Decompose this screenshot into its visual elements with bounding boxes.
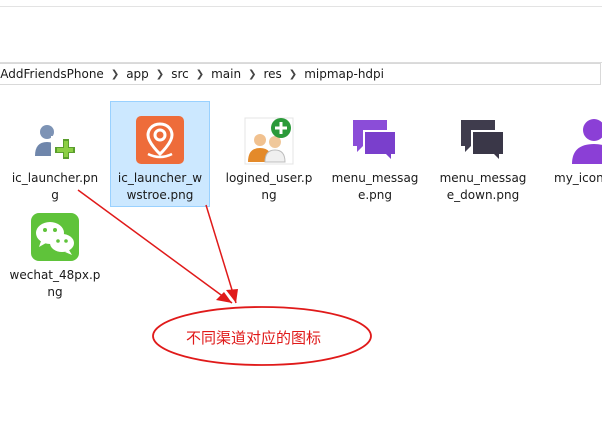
location-pin-icon bbox=[136, 116, 184, 164]
add-friend-icon bbox=[33, 116, 77, 164]
address-bar[interactable]: sAddFriendsPhone ❯ app ❯ src ❯ main ❯ re… bbox=[0, 63, 601, 85]
breadcrumb-main[interactable]: main bbox=[206, 64, 246, 84]
breadcrumb-separator-icon[interactable]: ❯ bbox=[154, 69, 166, 80]
file-item-ic-launcher[interactable]: ic_launcher.png bbox=[5, 106, 105, 204]
breadcrumb-project[interactable]: sAddFriendsPhone bbox=[0, 64, 109, 84]
file-item-menu-message-down[interactable]: menu_message_down.png bbox=[433, 106, 533, 204]
breadcrumb-separator-icon[interactable]: ❯ bbox=[109, 69, 121, 80]
message-bubbles-purple-icon bbox=[349, 114, 401, 166]
file-name: menu_message_down.png bbox=[439, 171, 527, 202]
annotation-arrow bbox=[205, 204, 237, 304]
file-name: ic_launcher_wwstroe.png bbox=[117, 171, 203, 202]
file-name: logined_user.png bbox=[225, 171, 313, 202]
file-item-my-icon[interactable]: my_icon.png bbox=[540, 106, 602, 187]
arrow-head-icon bbox=[226, 289, 238, 303]
breadcrumb-app[interactable]: app bbox=[121, 64, 154, 84]
breadcrumb-separator-icon[interactable]: ❯ bbox=[246, 69, 258, 80]
arrow-head-icon bbox=[216, 292, 232, 303]
file-name: ic_launcher.png bbox=[11, 171, 99, 202]
annotation-label: 不同渠道对应的图标 bbox=[186, 329, 322, 347]
file-item-logined-user[interactable]: logined_user.png bbox=[219, 106, 319, 204]
users-add-icon bbox=[244, 117, 294, 165]
person-purple-icon bbox=[572, 119, 602, 164]
breadcrumb-res[interactable]: res bbox=[258, 64, 286, 84]
breadcrumb-mipmap-hdpi[interactable]: mipmap-hdpi bbox=[299, 64, 389, 84]
breadcrumb-separator-icon[interactable]: ❯ bbox=[194, 69, 206, 80]
wechat-icon bbox=[31, 213, 79, 261]
file-item-ic-launcher-wwstroe[interactable]: ic_launcher_wwstroe.png bbox=[110, 101, 210, 207]
title-bar bbox=[0, 0, 602, 7]
breadcrumb-separator-icon[interactable]: ❯ bbox=[287, 69, 299, 80]
file-item-menu-message[interactable]: menu_message.png bbox=[325, 106, 425, 204]
file-name: my_icon.png bbox=[554, 171, 602, 185]
ribbon-area bbox=[0, 7, 602, 63]
breadcrumb-src[interactable]: src bbox=[166, 64, 194, 84]
message-bubbles-dark-icon bbox=[457, 114, 509, 166]
file-name: wechat_48px.png bbox=[9, 268, 101, 299]
file-item-wechat[interactable]: wechat_48px.png bbox=[5, 203, 105, 301]
file-name: menu_message.png bbox=[331, 171, 419, 202]
